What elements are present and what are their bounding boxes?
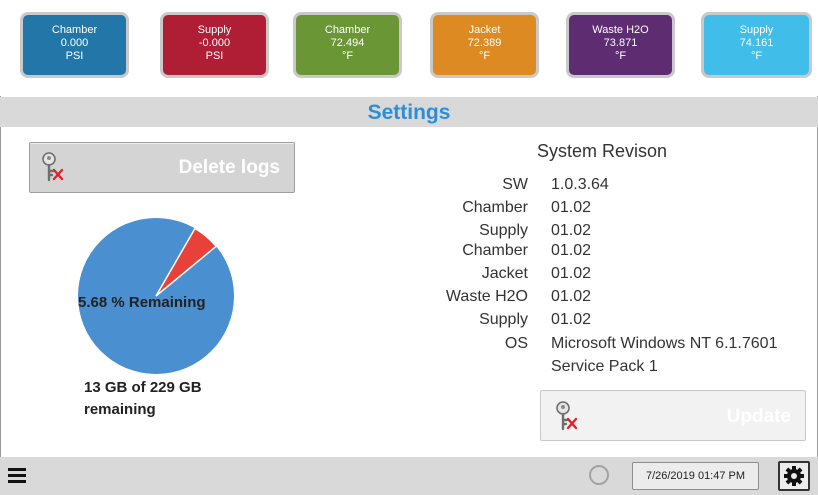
revision-value: 1.0.3.64 [551, 176, 609, 193]
sensor-unit: °F [478, 50, 491, 62]
revision-key: Chamber [462, 242, 528, 259]
sensor-unit: PSI [205, 50, 224, 62]
sensor-name: Jacket [468, 24, 501, 36]
sensor-value: 72.494 [330, 37, 365, 49]
storage-remaining-text: 13 GB of 229 GB remaining [84, 377, 202, 421]
revision-value: 01.02 [551, 311, 592, 328]
delete-logs-label: Delete logs [178, 157, 280, 178]
revision-key: Supply [479, 311, 528, 328]
sensor-name: Chamber [51, 24, 98, 36]
sensor-name: Waste H2O [592, 24, 649, 36]
hamburger-menu-icon[interactable] [8, 468, 26, 484]
gear-icon [784, 466, 804, 486]
update-button[interactable]: Update [540, 390, 806, 441]
sensor-value: 0.000 [60, 37, 89, 49]
revision-key: Waste H2O [445, 288, 528, 305]
revision-value: 01.02 [551, 242, 592, 259]
sensor-tile-chamber-pressure[interactable]: Chamber 0.000 PSI [20, 12, 129, 78]
revision-value: 01.02 [551, 288, 592, 305]
revision-key: Jacket [481, 265, 528, 282]
storage-line-2: remaining [84, 401, 156, 418]
remaining-percent-label: 5.68 % Remaining [78, 294, 206, 311]
revision-key: Supply [479, 222, 528, 239]
revision-key: Chamber [462, 199, 528, 216]
sensor-unit: °F [341, 50, 354, 62]
revision-key: OS [504, 335, 528, 352]
delete-logs-button[interactable]: Delete logs [29, 142, 295, 193]
revision-value: 01.02 [551, 199, 592, 216]
page-title: Settings [0, 97, 818, 127]
sensor-name: Chamber [324, 24, 371, 36]
revision-value: Service Pack 1 [551, 358, 658, 375]
revision-value: 01.02 [551, 265, 592, 282]
sensor-name: Supply [739, 24, 774, 36]
sensor-unit: °F [750, 50, 763, 62]
key-delete-icon [556, 401, 578, 431]
storage-line-1: 13 GB of 229 GB [84, 379, 202, 396]
revision-value: 01.02 [551, 222, 592, 239]
sensor-name: Supply [197, 24, 232, 36]
update-label: Update [726, 406, 791, 427]
system-revision-title: System Revison [537, 141, 668, 161]
sensor-tile-supply-temp[interactable]: Supply 74.161 °F [701, 12, 812, 78]
revision-value: Microsoft Windows NT 6.1.7601 [551, 335, 778, 352]
sensor-tile-chamber-temp[interactable]: Chamber 72.494 °F [293, 12, 402, 78]
sensor-unit: °F [614, 50, 627, 62]
sensor-tile-waste-h2o-temp[interactable]: Waste H2O 73.871 °F [566, 12, 675, 78]
key-delete-icon [42, 152, 64, 182]
sensor-value: 73.871 [603, 37, 638, 49]
status-indicator-icon [589, 465, 609, 485]
datetime-display[interactable]: 7/26/2019 01:47 PM [632, 462, 759, 490]
sensor-tile-jacket-temp[interactable]: Jacket 72.389 °F [430, 12, 539, 78]
sensor-value: -0.000 [198, 37, 231, 49]
sensor-bar: Chamber 0.000 PSI Supply -0.000 PSI Cham… [0, 0, 818, 96]
sensor-value: 72.389 [467, 37, 502, 49]
sensor-unit: PSI [65, 50, 84, 62]
revision-key: SW [502, 176, 528, 193]
sensor-tile-supply-pressure[interactable]: Supply -0.000 PSI [160, 12, 269, 78]
bottom-toolbar: 7/26/2019 01:47 PM [0, 457, 818, 495]
sensor-value: 74.161 [739, 37, 774, 49]
settings-button[interactable] [778, 461, 810, 491]
